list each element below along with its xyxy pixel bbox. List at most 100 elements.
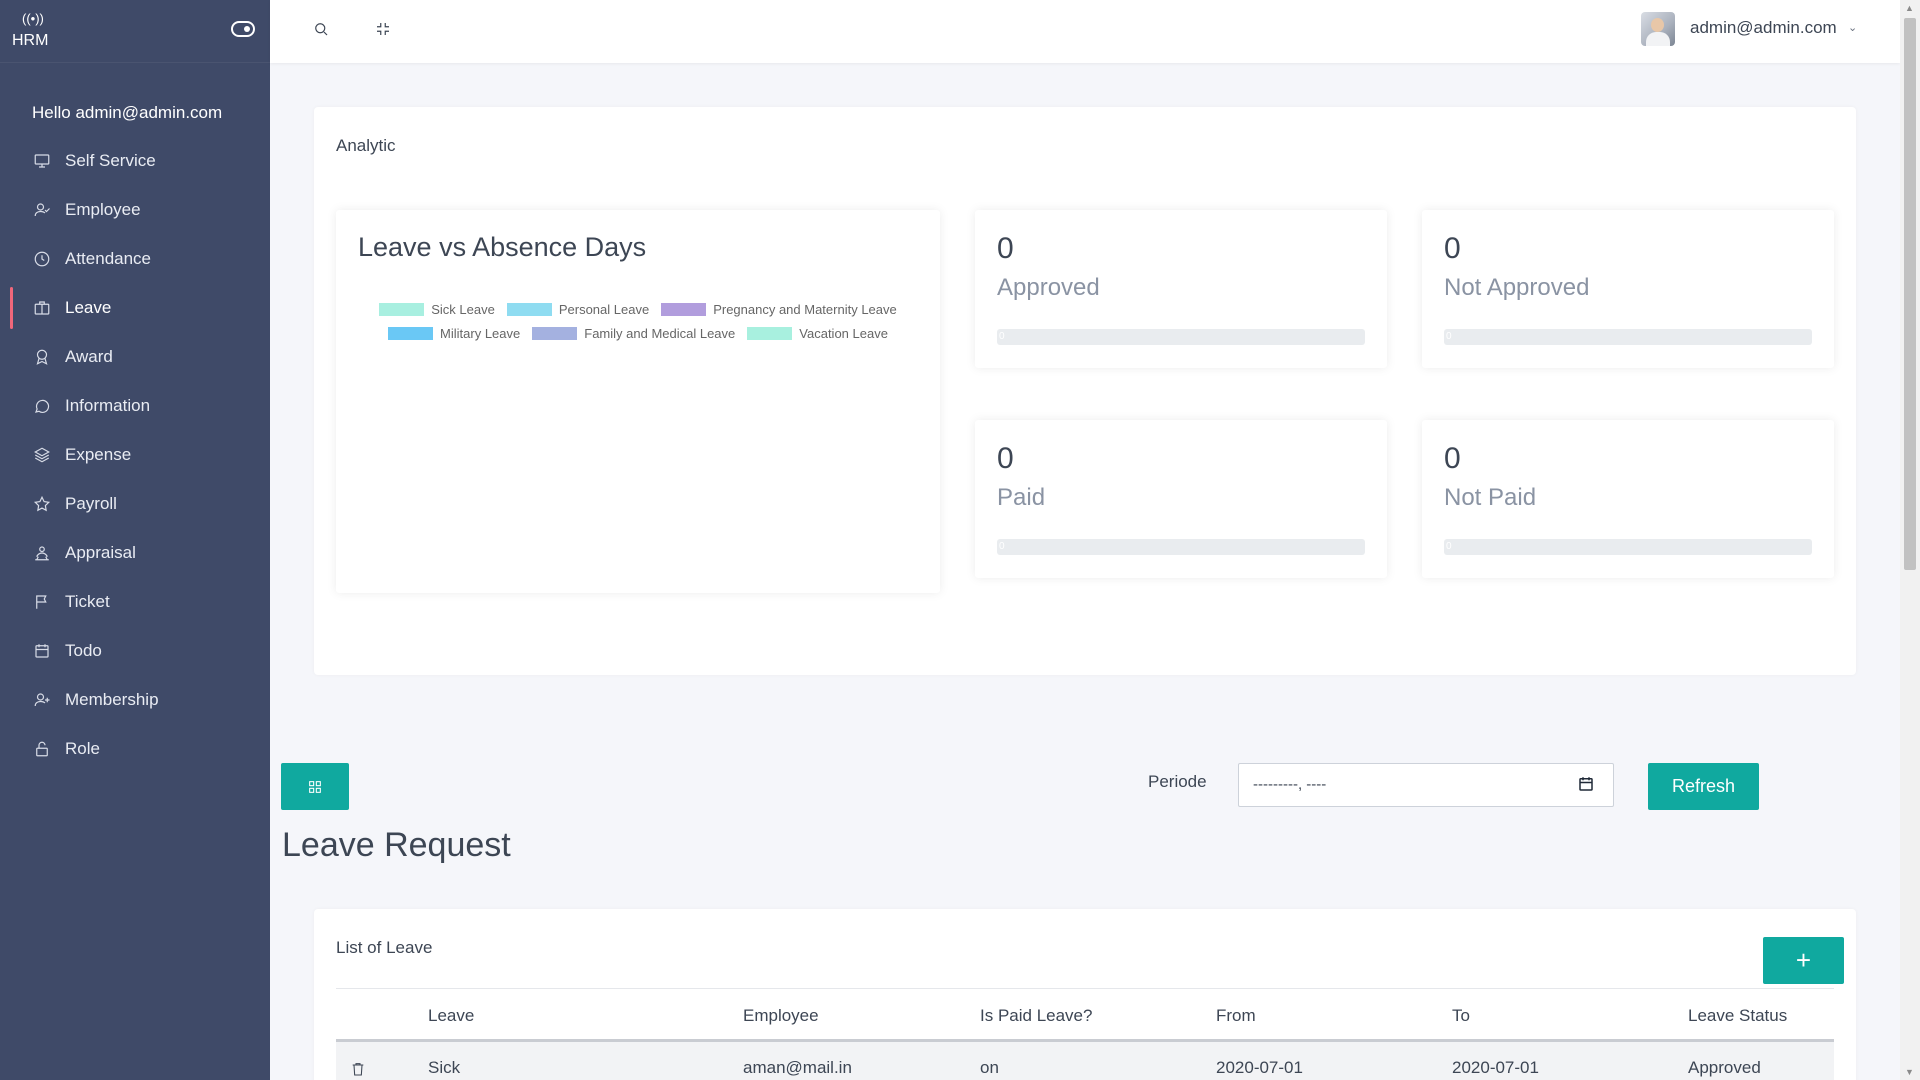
page-scrollbar[interactable]: ▲ ▼ [1900, 0, 1920, 1080]
chart-title: Leave vs Absence Days [358, 232, 647, 262]
column-header-leave-status[interactable]: Leave Status [1688, 1006, 1787, 1026]
legend-item-family-medical-leave[interactable]: Family and Medical Leave [532, 326, 735, 341]
sidebar-item-expense[interactable]: Expense [0, 430, 270, 479]
cell-leave-status: Approved [1688, 1058, 1761, 1077]
cell-to: 2020-07-01 [1452, 1058, 1539, 1077]
cell-from: 2020-07-01 [1216, 1058, 1303, 1077]
scroll-thumb[interactable] [1904, 18, 1916, 570]
sidebar-item-information[interactable]: Information [0, 381, 270, 430]
sidebar-item-label: Appraisal [65, 542, 136, 562]
sidebar-item-label: Self Service [65, 150, 156, 170]
sidebar-item-appraisal[interactable]: Appraisal [0, 528, 270, 577]
stat-card-paid: 0 Paid 0 [975, 420, 1387, 578]
sidebar-item-self-service[interactable]: Self Service [0, 136, 270, 185]
stat-card-not-approved: 0 Not Approved 0 [1422, 210, 1834, 368]
stat-value: 0 [997, 442, 1014, 475]
collapse-screen-icon[interactable] [374, 20, 394, 40]
sidebar-item-employee[interactable]: Employee [0, 185, 270, 234]
sidebar-item-label: Membership [65, 689, 159, 709]
brand[interactable]: ((•)) HRM [12, 12, 72, 50]
legend-swatch [532, 326, 578, 340]
sidebar-item-payroll[interactable]: Payroll [0, 479, 270, 528]
stat-label: Paid [997, 484, 1046, 511]
legend-label: Military Leave [440, 325, 521, 341]
sidebar-item-membership[interactable]: Membership [0, 675, 270, 724]
legend-swatch [747, 326, 793, 340]
legend-label: Vacation Leave [799, 325, 888, 341]
legend-item-personal-leave[interactable]: Personal Leave [506, 302, 649, 317]
table-header: Leave Employee Is Paid Leave? From To Le… [336, 989, 1834, 1042]
refresh-button[interactable]: Refresh [1648, 763, 1759, 810]
legend-item-pregnancy-maternity-leave[interactable]: Pregnancy and Maternity Leave [661, 302, 897, 317]
scroll-up-arrow-icon[interactable]: ▲ [1905, 3, 1914, 13]
stat-value: 0 [1444, 442, 1461, 475]
legend-item-vacation-leave[interactable]: Vacation Leave [747, 326, 888, 341]
legend-label: Pregnancy and Maternity Leave [713, 301, 897, 317]
sidebar-item-todo[interactable]: Todo [0, 626, 270, 675]
sidebar-item-attendance[interactable]: Attendance [0, 234, 270, 283]
appraisal-icon [32, 543, 52, 563]
sidebar-item-award[interactable]: Award [0, 332, 270, 381]
legend-item-military-leave[interactable]: Military Leave [388, 326, 520, 341]
stat-value: 0 [1444, 232, 1461, 265]
user-email[interactable]: admin@admin.com [1690, 18, 1837, 38]
stat-value: 0 [997, 232, 1014, 265]
sidebar-item-label: Leave [65, 297, 112, 317]
periode-month-input[interactable]: ---------, ---- [1238, 763, 1614, 807]
stat-label: Not Approved [1444, 274, 1590, 301]
signal-icon: ((•)) [22, 11, 44, 26]
trash-icon[interactable] [350, 1060, 366, 1078]
chevron-down-icon[interactable]: ⌄ [1848, 21, 1857, 34]
stat-progress-bar: 0 [997, 539, 1365, 555]
analytic-card: Analytic Leave vs Absence Days Sick Leav… [314, 107, 1856, 675]
list-title: List of Leave [336, 938, 433, 957]
cell-leave: Sick [428, 1058, 461, 1077]
scroll-down-arrow-icon[interactable]: ▼ [1905, 1067, 1914, 1077]
grid-icon [309, 780, 321, 793]
cell-employee: aman@mail.in [743, 1058, 852, 1077]
calendar-picker-icon[interactable] [1577, 775, 1595, 793]
periode-label: Periode [1148, 772, 1207, 791]
sidebar-item-ticket[interactable]: Ticket [0, 577, 270, 626]
page-title: Leave Request [282, 826, 511, 864]
lock-icon [32, 739, 52, 759]
layers-icon [32, 445, 52, 465]
stat-card-not-paid: 0 Not Paid 0 [1422, 420, 1834, 578]
legend-swatch [388, 326, 434, 340]
sidebar-item-role[interactable]: Role [0, 724, 270, 773]
sidebar-item-label: Employee [65, 199, 141, 219]
sidebar-divider [0, 62, 270, 63]
stat-progress-text: 0 [1446, 331, 1452, 342]
greeting: Hello admin@admin.com [32, 103, 223, 122]
stat-card-approved: 0 Approved 0 [975, 210, 1387, 368]
sidebar-item-label: Award [65, 346, 113, 366]
column-header-employee[interactable]: Employee [743, 1006, 819, 1026]
sidebar: ((•)) HRM Hello admin@admin.com Self Ser… [0, 0, 270, 1080]
sidebar-toggle[interactable] [231, 21, 255, 37]
leave-chart-card: Leave vs Absence Days Sick Leave Persona… [336, 210, 940, 593]
legend-swatch [379, 302, 425, 316]
sidebar-item-label: Attendance [65, 248, 152, 268]
clock-icon [32, 249, 52, 269]
stat-progress-bar: 0 [997, 329, 1365, 345]
column-header-is-paid[interactable]: Is Paid Leave? [980, 1006, 1092, 1026]
add-leave-button[interactable]: + [1763, 937, 1844, 984]
sidebar-item-leave[interactable]: Leave [0, 283, 270, 332]
sidebar-item-label: Expense [65, 444, 132, 464]
monitor-icon [32, 151, 52, 171]
avatar[interactable] [1641, 12, 1675, 46]
grid-view-button[interactable] [281, 763, 349, 810]
search-icon[interactable] [312, 20, 332, 40]
leave-list-card: List of Leave + Leave Employee Is Paid L… [314, 909, 1856, 1080]
column-header-to[interactable]: To [1452, 1006, 1470, 1026]
table-row[interactable]: Sick aman@mail.in on 2020-07-01 2020-07-… [336, 1042, 1834, 1080]
column-header-from[interactable]: From [1216, 1006, 1256, 1026]
stat-label: Approved [997, 274, 1100, 301]
flag-icon [32, 592, 52, 612]
cell-is-paid: on [980, 1058, 999, 1077]
legend-row: Military Leave Family and Medical Leave … [336, 321, 940, 345]
column-header-leave[interactable]: Leave [428, 1006, 474, 1026]
star-icon [32, 494, 52, 514]
legend-item-sick-leave[interactable]: Sick Leave [379, 302, 495, 317]
analytic-title: Analytic [336, 136, 396, 155]
